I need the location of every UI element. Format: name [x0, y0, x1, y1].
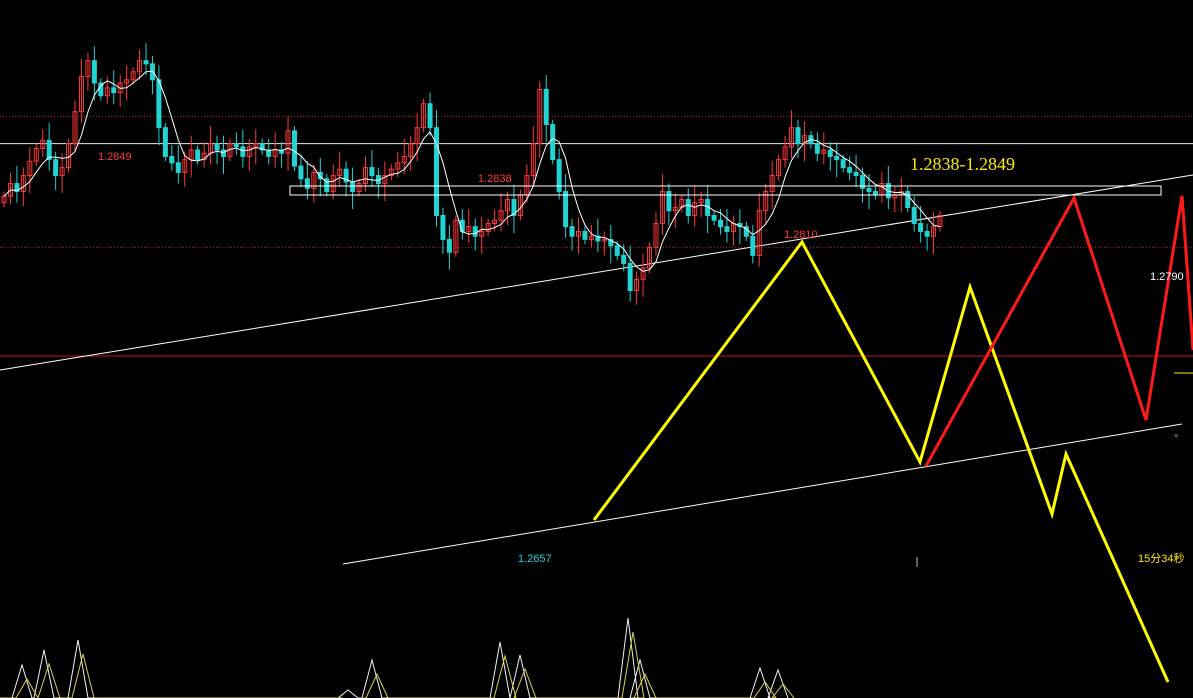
- candle-body: [162, 127, 168, 157]
- candle-body: [685, 199, 691, 216]
- candle-body: [220, 149, 226, 157]
- candle-body: [156, 79, 162, 129]
- candle-body: [350, 181, 356, 193]
- candle-body: [195, 149, 201, 161]
- candle-body: [550, 124, 556, 161]
- high-label-2: 1.2838: [478, 173, 512, 185]
- candle-body: [718, 219, 724, 228]
- candle-body: [298, 165, 304, 180]
- candle-body: [556, 159, 562, 193]
- candle-body: [472, 226, 478, 237]
- cursor-dot: °: [1174, 433, 1178, 445]
- channel-lines: [0, 174, 1193, 565]
- candle-body: [369, 167, 375, 177]
- ma-line: [3, 70, 941, 272]
- price-chart: 1.2838-1.2849 1.2849 1.2838 1.2810 1.265…: [0, 43, 1193, 698]
- candle-body: [834, 155, 840, 161]
- candle-body: [911, 207, 917, 224]
- candle-body: [627, 262, 633, 292]
- candle-body: [750, 235, 756, 256]
- candle-body: [827, 149, 833, 157]
- low-label-1: 1.2657: [518, 553, 552, 565]
- candle-body: [614, 245, 620, 256]
- candle-body: [543, 88, 549, 125]
- candle-body: [905, 191, 911, 209]
- candle-body: [872, 191, 878, 196]
- candle-body: [724, 226, 730, 232]
- candle-body: [569, 226, 575, 237]
- candle-body: [847, 167, 853, 173]
- candle-body: [918, 222, 924, 232]
- candle-body: [304, 178, 310, 189]
- candle-body: [795, 127, 801, 145]
- candle-body: [446, 238, 452, 253]
- candle-body: [169, 155, 175, 164]
- projection-paths: [592, 194, 1193, 683]
- upper-channel-line: [0, 174, 1193, 371]
- candle-body: [143, 60, 149, 65]
- candle-body: [666, 191, 672, 212]
- candle-body: [840, 159, 846, 169]
- yellow-projection: [592, 239, 1170, 683]
- moving-average: [3, 70, 941, 272]
- indicator-line-2: [0, 631, 795, 698]
- candle-body: [240, 146, 246, 157]
- red-projection: [924, 194, 1193, 467]
- candle-body: [91, 60, 97, 84]
- countdown-label: 15分34秒: [1138, 551, 1184, 565]
- indicator-panel: [0, 617, 795, 698]
- indicator-line-1: [0, 617, 789, 698]
- resistance-zone-box: [289, 185, 1162, 196]
- candle-body: [427, 103, 433, 129]
- high-label-1: 1.2849: [98, 151, 132, 163]
- candle-body: [214, 143, 220, 151]
- candle-body: [111, 87, 117, 94]
- candle-body: [866, 187, 872, 193]
- candle-body: [924, 230, 930, 237]
- candles: [1, 43, 943, 305]
- right-price-label: 1.2790: [1150, 271, 1184, 283]
- candle-body: [582, 230, 588, 240]
- candle-body: [814, 143, 820, 154]
- candle-body: [291, 130, 297, 167]
- candle-body: [53, 159, 59, 177]
- candle-body: [621, 254, 627, 264]
- candle-body: [440, 214, 446, 240]
- candle-body: [711, 214, 717, 221]
- high-label-3: 1.2810: [784, 229, 818, 241]
- candle-body: [175, 162, 181, 173]
- candle-body: [853, 171, 859, 177]
- zone-label: 1.2838-1.2849: [910, 154, 1015, 174]
- candle-body: [233, 143, 239, 148]
- candle-body: [563, 191, 569, 228]
